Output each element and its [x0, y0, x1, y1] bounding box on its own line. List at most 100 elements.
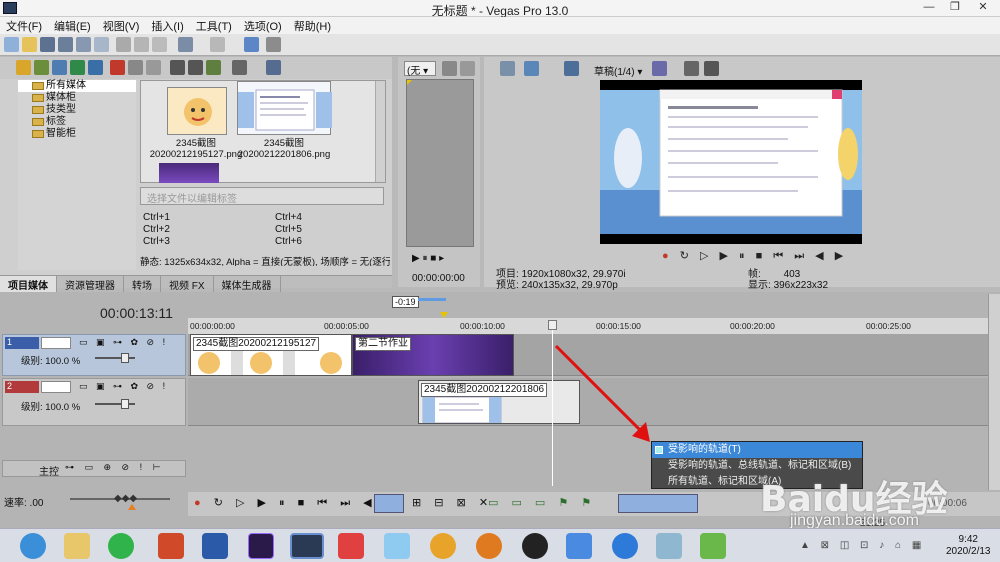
tab-project-media[interactable]: 项目媒体 — [0, 276, 57, 293]
clip-screenshot-1[interactable]: 2345截图20200212195127 — [190, 334, 352, 376]
transport-buttons[interactable]: ● ↻ ▷ ▶ ⏸ ■ ⏮ ⏭ ◀ ▶ — [194, 496, 398, 510]
master-buttons[interactable]: ⊶ ▭ ⊕ ⊘ ! ⊢ — [65, 462, 164, 473]
import-media-icon[interactable] — [16, 60, 31, 75]
capture-icon[interactable] — [34, 60, 49, 75]
playhead-handle[interactable] — [548, 320, 557, 330]
loop-region-bar[interactable] — [418, 298, 446, 301]
edit-tools[interactable]: ⊞ ⊟ ⊠ ✕ — [412, 496, 493, 509]
track-slider-thumb[interactable] — [121, 399, 129, 409]
clip-homework[interactable]: 第二节作业 — [352, 334, 514, 376]
premiere-icon[interactable] — [248, 533, 274, 559]
vegas-icon[interactable] — [290, 533, 324, 559]
qq-icon[interactable] — [522, 533, 548, 559]
auto-ripple-button[interactable] — [618, 494, 698, 513]
app-blue-icon[interactable] — [566, 533, 592, 559]
tree-item-all-media[interactable]: 所有媒体 — [18, 80, 136, 92]
auto-preview-icon[interactable] — [206, 60, 221, 75]
track-level-slider[interactable] — [95, 403, 135, 405]
tree-item-smart-bins[interactable]: 智能柜 — [18, 128, 136, 140]
copy-snapshot-icon[interactable] — [684, 61, 699, 76]
preview-device-icon[interactable] — [524, 61, 539, 76]
app-orange-icon[interactable] — [476, 533, 502, 559]
tool-icon[interactable] — [244, 37, 259, 52]
render-icon[interactable] — [76, 37, 91, 52]
app-red-icon[interactable] — [338, 533, 364, 559]
media-thumb-1[interactable] — [167, 87, 227, 135]
ie-icon[interactable] — [612, 533, 638, 559]
tab-media-generators[interactable]: 媒体生成器 — [214, 276, 281, 293]
tab-explorer[interactable]: 资源管理器 — [57, 276, 124, 293]
new-icon[interactable] — [4, 37, 19, 52]
pin-icon[interactable] — [460, 61, 475, 76]
browser-360-icon[interactable] — [20, 533, 46, 559]
clock[interactable]: 9:42 2020/2/13 — [946, 534, 991, 558]
paste-icon[interactable] — [152, 37, 167, 52]
menu-view[interactable]: 视图(V) — [97, 17, 146, 35]
menu-file[interactable]: 文件(F) — [0, 17, 48, 35]
file-explorer-icon[interactable] — [64, 533, 90, 559]
search-media-icon[interactable] — [88, 60, 103, 75]
menu-edit[interactable]: 编辑(E) — [48, 17, 97, 35]
play-media-icon[interactable] — [170, 60, 185, 75]
save-icon[interactable] — [40, 37, 55, 52]
media-scrollbar[interactable] — [375, 81, 385, 182]
rate-slider-thumb[interactable]: ◆◆◆ — [114, 493, 137, 504]
tab-video-fx[interactable]: 视频 FX — [161, 276, 214, 293]
redo-icon[interactable] — [210, 37, 225, 52]
tray-icons[interactable]: ▲ ⊠ ◫ ⊡ ♪ ⌂ ▦ — [800, 540, 925, 551]
tree-item-media-bins[interactable]: 媒体柜 — [18, 92, 136, 104]
tab-transitions[interactable]: 转场 — [124, 276, 161, 293]
media-thumb-3[interactable] — [159, 163, 219, 183]
master-bus-header[interactable]: 主控 ⊶ ▭ ⊕ ⊘ ! ⊢ — [2, 460, 186, 478]
properties-media-icon[interactable] — [128, 60, 143, 75]
chrome-icon[interactable] — [430, 533, 456, 559]
restore-button[interactable]: ❐ — [944, 0, 966, 15]
delete-icon[interactable] — [110, 60, 125, 75]
track-slider-thumb[interactable] — [121, 353, 129, 363]
track-buttons[interactable]: ▭ ▣ ⊶ ✿ ⊘ ! — [79, 381, 168, 392]
powerpoint-icon[interactable] — [158, 533, 184, 559]
properties-icon[interactable] — [94, 37, 109, 52]
cut-icon[interactable] — [116, 37, 131, 52]
stop-media-icon[interactable] — [188, 60, 203, 75]
tree-item-by-type[interactable]: 技类型 — [18, 104, 136, 116]
menu-options[interactable]: 选项(O) — [238, 17, 288, 35]
effects-icon[interactable] — [146, 60, 161, 75]
help-pointer-icon[interactable] — [266, 37, 281, 52]
tag-input[interactable]: 选择文件以编辑标签 — [140, 187, 384, 205]
menu-tools[interactable]: 工具(T) — [190, 17, 238, 35]
tree-item-tags[interactable]: 标签 — [18, 116, 136, 128]
open-icon[interactable] — [22, 37, 37, 52]
menu-help[interactable]: 帮助(H) — [288, 17, 337, 35]
timeline-ruler[interactable]: 00:00:00:00 00:00:05:00 00:00:10:00 00:0… — [188, 318, 988, 334]
app-green-icon[interactable] — [700, 533, 726, 559]
refresh-icon[interactable] — [70, 60, 85, 75]
preview-quality[interactable]: 草稿(1/4) ▾ — [594, 63, 642, 78]
save-as-icon[interactable] — [58, 37, 73, 52]
track-2-header[interactable]: 2 ▭ ▣ ⊶ ✿ ⊘ ! 级别: 100.0 % — [2, 378, 186, 426]
media-thumb-2[interactable] — [237, 81, 332, 135]
bird-app-icon[interactable] — [384, 533, 410, 559]
track-level-slider[interactable] — [95, 357, 135, 359]
track-1-header[interactable]: 1 ▭ ▣ ⊶ ✿ ⊘ ! 级别: 100.0 % — [2, 334, 186, 376]
close-button[interactable]: ✕ — [972, 0, 994, 15]
menu-insert[interactable]: 插入(I) — [145, 17, 189, 35]
preview-screen[interactable] — [600, 80, 862, 244]
snap-tools[interactable]: ▭ ▭ ▭ ⚑ ⚑ — [488, 496, 596, 509]
overlays-icon[interactable] — [652, 61, 667, 76]
app-gray-icon[interactable] — [656, 533, 682, 559]
menu-item-affected-tracks[interactable]: 受影响的轨道(T) — [652, 442, 862, 458]
timeline-vertical-scrollbar[interactable] — [988, 294, 1000, 490]
get-media-icon[interactable] — [52, 60, 67, 75]
trimmer-view[interactable] — [406, 79, 474, 247]
copy-icon[interactable] — [134, 37, 149, 52]
trimmer-dropdown[interactable]: (无 ▾ — [404, 61, 436, 77]
save-snapshot-icon[interactable] — [704, 61, 719, 76]
edit-tool-button[interactable] — [374, 494, 404, 513]
views-icon[interactable] — [232, 60, 247, 75]
preview-props-icon[interactable] — [500, 61, 515, 76]
zoom-icon[interactable] — [266, 60, 281, 75]
preview-fx-icon[interactable] — [564, 61, 579, 76]
loop-marker[interactable]: -0:19 — [392, 296, 419, 308]
wechat-icon[interactable] — [108, 533, 134, 559]
